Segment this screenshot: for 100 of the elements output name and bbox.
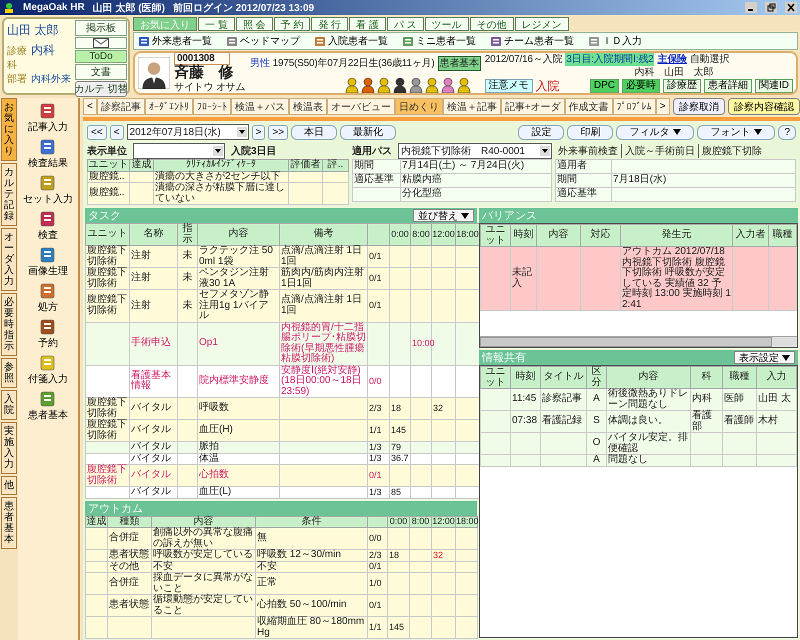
view-tab[interactable]: 記事+オーダ [500, 98, 565, 115]
column-header: 18:00 [456, 516, 479, 526]
chart-switch-button[interactable]: カルテ 切替 [75, 81, 127, 97]
menu-tab[interactable]: レジメン [514, 17, 569, 31]
table-cell: 点滴/点滴注射 1日1回 [281, 294, 362, 316]
toolbar-button[interactable]: ? [778, 124, 796, 140]
table-cell: 腹腔鏡下切除術 [87, 267, 127, 288]
toolbar-button[interactable]: チーム患者一覧 [490, 34, 574, 48]
admission-status: 入院 [536, 79, 560, 93]
side-tab[interactable]: 参照 [1, 358, 17, 388]
menu-tab[interactable]: 看 護 [349, 17, 386, 31]
menu-tab[interactable]: 予 約 [274, 17, 310, 31]
view-tab[interactable]: 検温＋パス [230, 98, 289, 115]
hospital-day-label: 入院3日目 [231, 144, 277, 158]
toolbar-button[interactable]: 設定 [518, 124, 564, 140]
tool-button[interactable]: 検査 [20, 210, 76, 242]
date-nav-button[interactable]: << [87, 124, 107, 140]
toolbar-button[interactable]: ＩＤ入力 [588, 34, 642, 48]
view-tab[interactable]: 診察記事 [96, 98, 145, 115]
patient-name: 斉藤 修 [174, 65, 234, 80]
tool-button[interactable]: 記事入力 [20, 102, 76, 134]
action-button[interactable]: 診察取消 [673, 98, 725, 115]
menu-tab[interactable]: 一 覧 [198, 17, 235, 31]
side-tab[interactable]: 必要時指示 [1, 293, 17, 356]
close-icon[interactable] [785, 2, 797, 13]
column-header: 達成 [86, 516, 106, 526]
table-cell: 36.7 [391, 453, 409, 464]
column-header: 0:00 [390, 516, 408, 526]
menu-tab[interactable]: パ ス [386, 17, 424, 31]
side-tab[interactable]: 実施入力 [1, 422, 17, 474]
date-nav-button[interactable]: < [110, 124, 124, 140]
side-tab[interactable]: 入院 [1, 390, 17, 420]
side-tab[interactable]: カルテ記録 [1, 163, 17, 226]
view-tab[interactable]: ﾌﾟﾛﾌﾞﾚﾑ [612, 98, 656, 115]
side-tab[interactable]: 他 [1, 476, 17, 495]
date-nav-button[interactable]: >> [268, 124, 288, 140]
mail-button[interactable] [75, 37, 127, 49]
toolbar-button[interactable]: ベッドマップ [226, 34, 300, 48]
patient-info-button[interactable]: 関連ID [755, 79, 793, 93]
insurance-link[interactable]: 主保険 [657, 53, 687, 66]
table-cell: 血圧(L) [199, 486, 232, 497]
side-tab[interactable]: 患者基本 [1, 497, 17, 549]
side-button[interactable]: ToDo [75, 50, 127, 63]
patient-info-button[interactable]: 診療歴 [663, 79, 701, 93]
view-tab[interactable]: 日めくり [394, 98, 443, 115]
stage-tab[interactable]: 外来事前検査 [555, 144, 621, 158]
date-action-button[interactable]: 最新化 [340, 124, 396, 140]
action-button[interactable]: 診察内容確認 [728, 98, 800, 115]
patient-info-button[interactable]: 必要時 [622, 79, 660, 93]
stage-tab[interactable]: 腹腔鏡下切除 [698, 144, 765, 158]
display-unit-dropdown[interactable] [133, 143, 225, 159]
table-cell: ラクテック注 500ml 1袋 [199, 245, 273, 266]
applied-path-dropdown[interactable]: 内視鏡下切除術 R40-0001 [398, 143, 552, 159]
patient-basic-badge[interactable]: 患者基本 [438, 56, 481, 71]
side-button[interactable]: 掲示板 [75, 20, 127, 36]
patient-info-button[interactable]: DPC [590, 79, 619, 93]
view-tab[interactable]: オーバビュー [326, 98, 395, 115]
sort-button[interactable]: 並び替え [413, 209, 474, 222]
side-tab[interactable]: オーダ入力 [1, 228, 17, 291]
tab-scroll-button[interactable]: > [656, 98, 670, 115]
tool-button[interactable]: セット入力 [20, 174, 76, 206]
list-icon [314, 36, 326, 46]
date-dropdown[interactable]: 2012年07月18日(水) [126, 124, 249, 140]
minimize-icon[interactable] [745, 2, 757, 13]
menu-tab[interactable]: 照 会 [236, 17, 273, 31]
menu-tab[interactable]: 発 行 [311, 17, 348, 31]
view-tab[interactable]: 検温＋記事 [442, 98, 501, 115]
view-tab[interactable]: ｵｰﾀﾞｴﾝﾄﾘ [144, 98, 193, 115]
tool-button[interactable]: 付箋入力 [20, 354, 76, 386]
date-action-button[interactable]: 本日 [291, 124, 338, 140]
table-cell: バイタル [131, 441, 171, 452]
view-tab[interactable]: ﾌﾛｰｼｰﾄ [192, 98, 231, 115]
table-cell: 山田 太 [758, 393, 791, 404]
caution-memo-button[interactable]: 注意メモ [484, 79, 533, 93]
restore-icon[interactable] [765, 2, 777, 13]
display-settings-button[interactable]: 表示設定 [734, 351, 795, 364]
tab-scroll-button[interactable]: < [83, 98, 97, 115]
scroll-bar[interactable] [480, 336, 797, 347]
toolbar-button[interactable]: フィルタ [616, 124, 694, 140]
view-tab[interactable]: 作成文書 [564, 98, 613, 115]
tool-button[interactable]: 予約 [20, 318, 76, 350]
view-tab[interactable]: 検温表 [288, 98, 327, 115]
side-tab[interactable]: お気に入り [1, 98, 17, 161]
stage-tab[interactable]: 入院～手術前日 [621, 144, 698, 158]
menu-tab[interactable]: ツール [424, 17, 469, 31]
toolbar-button[interactable]: ミニ患者一覧 [402, 34, 476, 48]
menu-tab[interactable]: その他 [470, 17, 514, 31]
toolbar-button[interactable]: フォント [697, 124, 776, 140]
tool-button[interactable]: 処方 [20, 282, 76, 314]
list-icon [138, 36, 150, 46]
tool-button[interactable]: 患者基本 [20, 390, 76, 422]
toolbar-button[interactable]: 外来患者一覧 [138, 34, 212, 48]
toolbar-button[interactable]: 印刷 [567, 124, 614, 140]
applied-path-label: 適用パス [352, 144, 392, 158]
tool-button[interactable]: 検査結果 [20, 138, 76, 170]
side-button[interactable]: 文書 [75, 64, 127, 80]
toolbar-button[interactable]: 入院患者一覧 [314, 34, 388, 48]
date-nav-button[interactable]: > [252, 124, 266, 140]
patient-info-button[interactable]: 患者詳細 [704, 79, 752, 93]
tool-button[interactable]: 画像生理 [20, 246, 76, 278]
